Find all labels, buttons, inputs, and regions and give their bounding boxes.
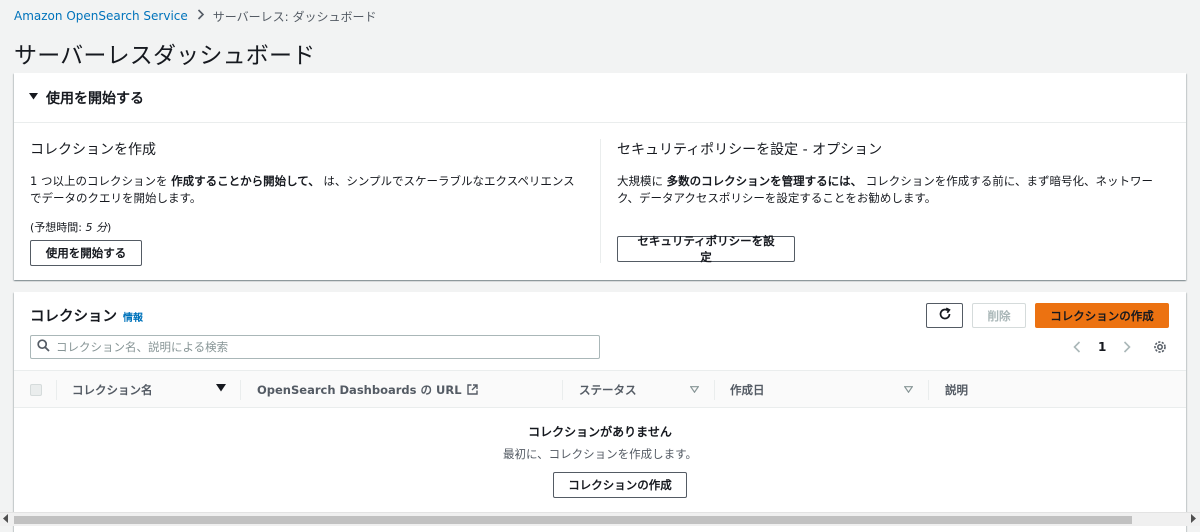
create-collection-description: 1 つ以上のコレクションを 作成することから開始して、 は、シンプルでスケーラブ… [30,174,575,205]
scrollbar-thumb[interactable] [14,516,1132,524]
getting-started-header[interactable]: 使用を開始する [14,73,1186,123]
get-started-button[interactable]: 使用を開始する [30,240,142,266]
table-header: コレクション名 OpenSearch Dashboards の URL ステータ… [14,370,1186,408]
search-input[interactable] [56,340,586,354]
sort-created-icon[interactable] [903,385,914,396]
page-title: サーバーレスダッシュボード [14,43,316,69]
breadcrumb-current: サーバーレス: ダッシュボード [212,9,377,24]
refresh-icon [938,307,952,324]
scroll-right-icon[interactable] [1190,514,1196,525]
create-collection-section: コレクションを作成 1 つ以上のコレクションを 作成することから開始して、 は、… [14,123,600,280]
external-link-icon [466,384,478,395]
getting-started-title: 使用を開始する [46,90,144,107]
next-page-icon[interactable] [1120,338,1134,357]
info-link[interactable]: 情報 [123,309,143,324]
column-status[interactable]: ステータス [579,371,637,408]
gear-icon[interactable] [1152,339,1168,355]
estimated-time: (予想時間: 5 分) [30,221,112,234]
scroll-left-icon[interactable] [3,514,9,525]
column-description[interactable]: 説明 [945,371,968,408]
getting-started-panel: 使用を開始する コレクションを作成 1 つ以上のコレクションを 作成することから… [14,73,1186,280]
caret-down-icon [29,92,38,103]
current-page[interactable]: 1 [1098,340,1106,354]
security-policy-title: セキュリティポリシーを設定 - オプション [617,142,883,158]
column-dashboards-url[interactable]: OpenSearch Dashboards の URL [257,371,478,408]
horizontal-scrollbar[interactable] [0,512,1200,526]
breadcrumb-chevron-icon [197,8,205,24]
empty-state-title: コレクションがありません [528,425,672,439]
breadcrumb: Amazon OpenSearch Service サーバーレス: ダッシュボー… [14,8,377,24]
empty-create-collection-button[interactable]: コレクションの作成 [553,472,687,498]
pagination: 1 [1070,338,1134,356]
collections-panel: コレクション 情報 削除 コレクションの作成 1 [14,292,1186,532]
previous-page-icon[interactable] [1070,338,1084,357]
set-security-policy-button[interactable]: セキュリティポリシーを設定 [617,236,795,264]
collections-header: コレクション 情報 [30,305,143,326]
security-policy-description: 大規模に 多数のコレクションを管理するには、 コレクションを作成する前に、まず暗… [617,174,1153,205]
create-collection-button[interactable]: コレクションの作成 [1035,303,1169,328]
empty-state-subtitle: 最初に、コレクションを作成します。 [502,447,697,461]
column-collection-name[interactable]: コレクション名 [72,371,153,408]
sort-status-icon[interactable] [689,385,700,396]
delete-button[interactable]: 削除 [972,303,1026,328]
search-icon [37,339,50,355]
sort-desc-icon[interactable] [216,384,226,395]
create-collection-title: コレクションを作成 [30,142,156,158]
search-box [30,335,600,359]
select-all-checkbox[interactable] [30,371,42,408]
collections-title: コレクション [30,309,117,325]
column-created-date[interactable]: 作成日 [730,371,765,408]
breadcrumb-root-link[interactable]: Amazon OpenSearch Service [14,9,188,23]
security-policy-section: セキュリティポリシーを設定 - オプション 大規模に 多数のコレクションを管理す… [601,123,1186,280]
refresh-button[interactable] [926,303,963,328]
